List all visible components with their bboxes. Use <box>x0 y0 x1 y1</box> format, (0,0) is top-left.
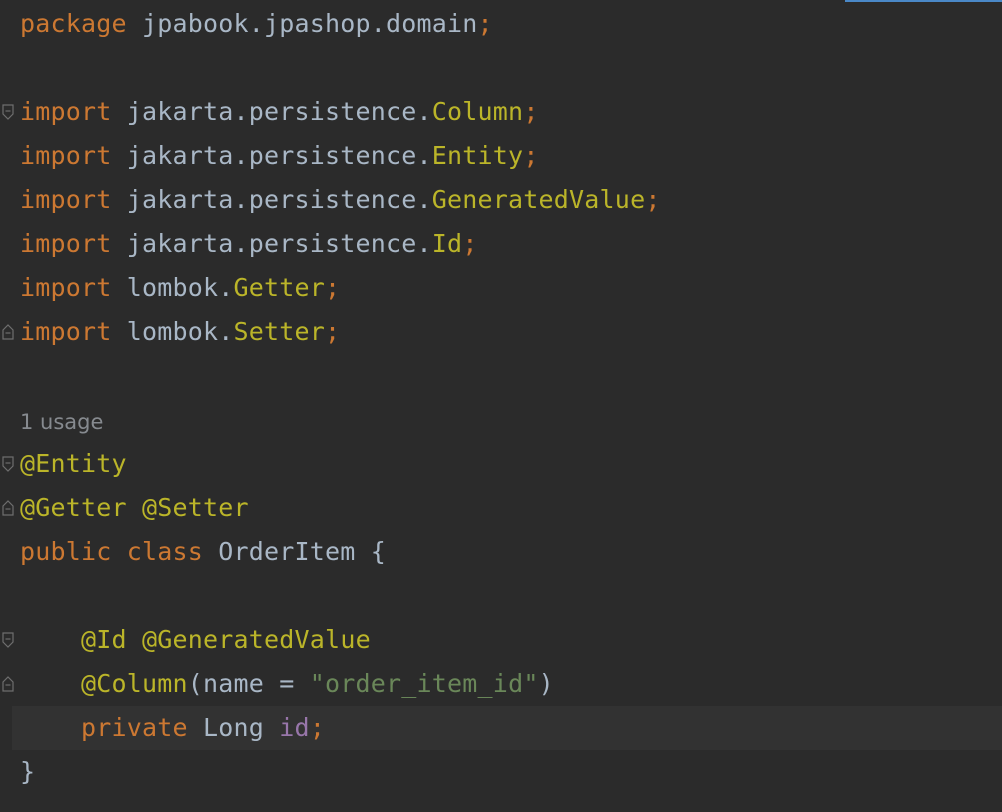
code-token: jakarta.persistence. <box>111 229 432 258</box>
code-token: } <box>20 757 36 786</box>
code-token: id <box>279 713 310 742</box>
fold-start-icon[interactable] <box>2 104 14 120</box>
code-token: Entity <box>431 141 524 170</box>
code-token: ; <box>523 97 539 126</box>
code-token: lombok. <box>111 317 234 346</box>
code-token: Long <box>187 713 280 742</box>
code-token: jakarta.persistence. <box>111 141 432 170</box>
tab-indicator <box>845 0 1002 2</box>
code-token: ; <box>477 9 493 38</box>
code-token: @Setter <box>142 493 249 522</box>
code-token: @GeneratedValue <box>142 625 371 654</box>
code-line[interactable]: package jpabook.jpashop.domain; <box>20 2 493 46</box>
code-token: private <box>81 713 188 742</box>
code-line[interactable]: @Entity <box>20 442 127 486</box>
code-line[interactable]: @Column(name = "order_item_id") <box>20 662 554 706</box>
code-token: Column <box>431 97 524 126</box>
usage-hint[interactable]: 1 usage <box>20 402 103 442</box>
code-line[interactable]: import jakarta.persistence.Entity; <box>20 134 539 178</box>
code-token: @Id <box>81 625 127 654</box>
code-line[interactable]: @Id @GeneratedValue <box>20 618 371 662</box>
code-line[interactable]: import jakarta.persistence.Column; <box>20 90 539 134</box>
code-token: import <box>20 229 112 258</box>
code-token: ; <box>523 141 539 170</box>
code-token: import <box>20 97 112 126</box>
fold-end-icon[interactable] <box>2 324 14 340</box>
code-token: @Getter <box>20 493 127 522</box>
code-token: lombok. <box>111 273 234 302</box>
code-token: Setter <box>233 317 326 346</box>
code-line[interactable]: import jakarta.persistence.Id; <box>20 222 478 266</box>
code-token: class <box>126 537 204 566</box>
code-token: import <box>20 185 112 214</box>
code-editor[interactable]: 1 usage package jpabook.jpashop.domain; i… <box>0 0 1002 812</box>
code-line[interactable]: } <box>20 750 35 794</box>
code-token: @Column <box>81 669 188 698</box>
code-token: GeneratedValue <box>431 185 646 214</box>
code-token: ; <box>309 713 326 742</box>
code-token: "order_item_id" <box>309 669 539 698</box>
code-token: Id <box>431 229 463 258</box>
code-line[interactable]: private Long id; <box>20 706 325 750</box>
code-line[interactable]: import jakarta.persistence.GeneratedValu… <box>20 178 661 222</box>
code-token: jakarta.persistence. <box>111 185 432 214</box>
code-line[interactable]: import lombok.Getter; <box>20 266 340 310</box>
code-token: jakarta.persistence. <box>111 97 432 126</box>
code-token: import <box>20 273 112 302</box>
fold-end-icon[interactable] <box>2 500 14 516</box>
code-token: ) <box>538 669 554 698</box>
code-token: public <box>20 537 112 566</box>
code-token: import <box>20 317 112 346</box>
code-token: OrderItem { <box>203 537 387 566</box>
code-token: jpabook.jpashop.domain <box>126 9 478 38</box>
code-token: import <box>20 141 112 170</box>
code-token: ; <box>462 229 478 258</box>
code-token: package <box>20 9 127 38</box>
code-token: (name = <box>187 669 310 698</box>
code-line[interactable]: public class OrderItem { <box>20 530 386 574</box>
code-token: @Entity <box>20 449 127 478</box>
code-line[interactable]: @Getter @Setter <box>20 486 249 530</box>
fold-start-icon[interactable] <box>2 632 14 648</box>
code-token: ; <box>325 273 341 302</box>
code-token: ; <box>325 317 341 346</box>
code-token: Getter <box>233 273 326 302</box>
code-line[interactable]: import lombok.Setter; <box>20 310 340 354</box>
fold-end-icon[interactable] <box>2 676 14 692</box>
code-token: ; <box>645 185 661 214</box>
fold-start-icon[interactable] <box>2 456 14 472</box>
